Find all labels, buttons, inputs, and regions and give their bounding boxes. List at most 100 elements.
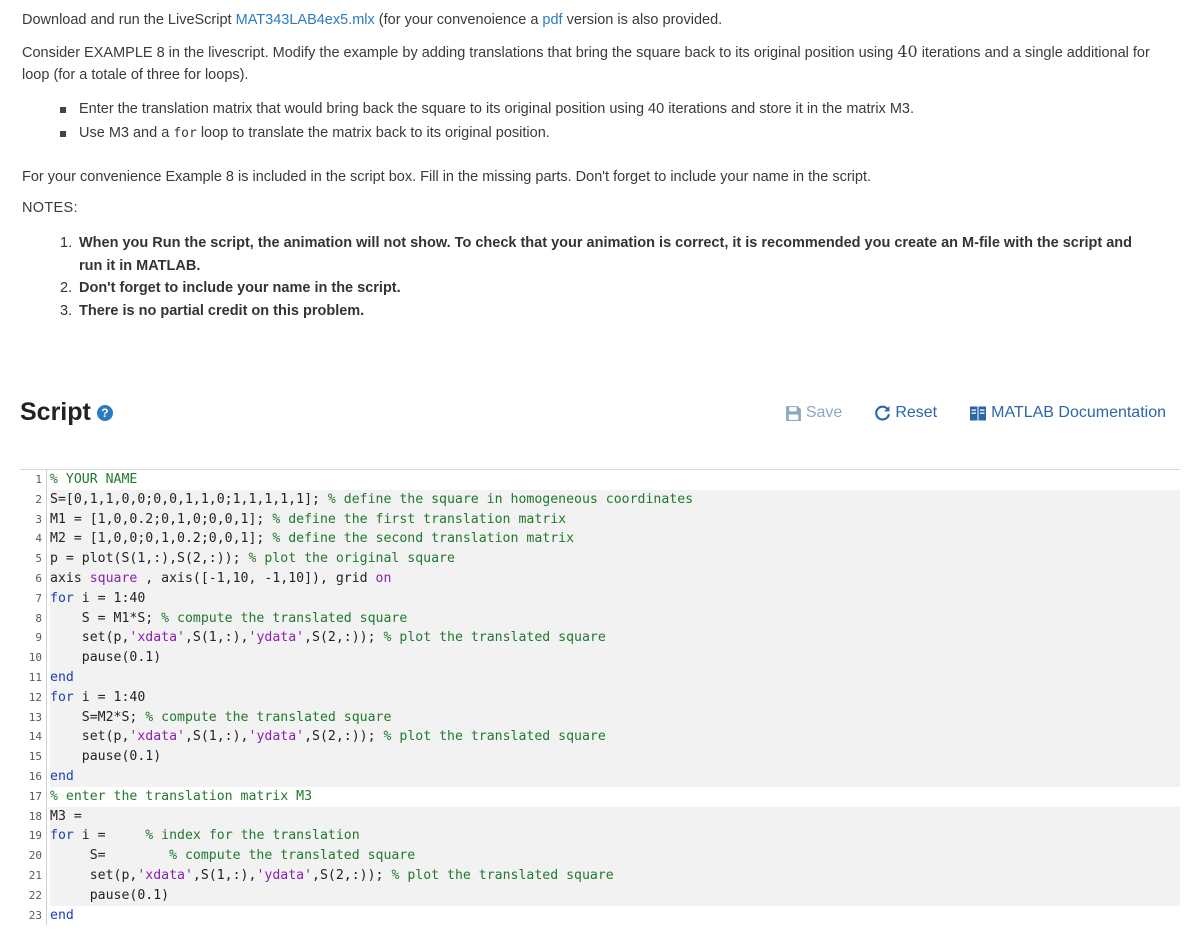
code-token: i = 1:40 — [73, 689, 146, 705]
code-line[interactable]: 2 S=[0,1,1,0,0;0,0,1,1,0;1,1,1,1,1]; % de… — [20, 489, 1180, 510]
code-token: S=[0,1,1,0,0;0,0,1,1,0;1,1,1,1,1]; — [50, 491, 328, 507]
code-text[interactable]: axis square , axis([-1,10, -1,10]), grid… — [50, 568, 1180, 589]
code-token: % index for the translation — [145, 828, 360, 844]
script-header: Script? Save Reset MATLAB Documentation — [20, 396, 1170, 436]
code-token: % YOUR NAME — [50, 472, 138, 487]
line-number: 1 — [20, 470, 47, 490]
code-line[interactable]: 15 pause(0.1) — [20, 747, 1180, 767]
code-text[interactable]: set(p,'xdata',S(1,:),'ydata',S(2,:)); % … — [50, 727, 1180, 748]
line-number: 3 — [20, 509, 47, 530]
code-line[interactable]: 17% enter the translation matrix M3 — [20, 786, 1180, 807]
code-text[interactable]: end — [50, 667, 1180, 688]
note-item: 2. Don't forget to include your name in t… — [60, 280, 401, 296]
code-text[interactable]: set(p,'xdata',S(1,:),'ydata',S(2,:)); % … — [50, 628, 1180, 649]
intro-paragraph-1: Download and run the LiveScript MAT343LA… — [22, 12, 723, 28]
code-text[interactable]: pause(0.1) — [50, 648, 1180, 668]
code-text[interactable]: set(p,'xdata',S(1,:),'ydata',S(2,:)); % … — [50, 865, 1180, 886]
note-item: 1. When you Run the script, the animation… — [60, 235, 1133, 274]
code-line[interactable]: 4 M2 = [1,0,0;0,1,0.2;0,0,1]; % define th… — [20, 529, 1180, 550]
code-line[interactable]: 8 S = M1*S; % compute the translated squ… — [20, 608, 1180, 629]
code-text[interactable]: M2 = [1,0,0;0,1,0.2;0,0,1]; % define the… — [50, 529, 1180, 550]
code-line[interactable]: 6 axis square , axis([-1,10, -1,10]), gri… — [20, 568, 1180, 589]
code-line[interactable]: 22 pause(0.1) — [20, 885, 1180, 906]
line-number: 19 — [20, 826, 47, 847]
code-line[interactable]: 19 for i = % index for the translation — [20, 826, 1180, 847]
line-number: 5 — [20, 549, 47, 569]
code-token: square — [89, 570, 138, 586]
code-token: % plot the translated square — [391, 867, 614, 883]
code-text[interactable]: S = M1*S; % compute the translated squar… — [50, 608, 1180, 629]
code-line[interactable]: 3 M1 = [1,0,0.2;0,1,0;0,0,1]; % define th… — [20, 509, 1180, 530]
line-number: 14 — [20, 727, 47, 748]
line-number: 2 — [20, 489, 47, 510]
save-button[interactable]: Save — [785, 404, 842, 422]
code-line[interactable]: 16 end — [20, 766, 1180, 787]
code-text[interactable]: for i = 1:40 — [50, 687, 1180, 708]
code-text[interactable]: for i = 1:40 — [50, 588, 1180, 609]
code-line[interactable]: 18 M3 = — [20, 806, 1180, 827]
code-line[interactable]: 10 pause(0.1) — [20, 648, 1180, 668]
pdf-link[interactable]: pdf — [542, 12, 562, 28]
code-token: 'ydata' — [256, 867, 313, 883]
code-line[interactable]: 5p = plot(S(1,:),S(2,:)); % plot the ori… — [20, 549, 1180, 569]
mlx-file-link[interactable]: MAT343LAB4ex5.mlx — [236, 12, 375, 28]
code-editor[interactable]: 1% YOUR NAME 2 S=[0,1,1,0,0;0,0,1,1,0;1,1,… — [20, 469, 1180, 940]
line-number: 8 — [20, 608, 47, 629]
code-token: S=M2*S; — [50, 709, 146, 725]
code-line[interactable]: 11 end — [20, 667, 1180, 688]
line-number: 13 — [20, 707, 47, 728]
code-line[interactable]: 1% YOUR NAME — [20, 470, 1180, 490]
code-token: set(p, — [50, 729, 130, 745]
code-line[interactable]: 23 end — [20, 905, 1180, 926]
code-text[interactable]: end — [50, 906, 1180, 926]
code-token: set(p, — [50, 630, 130, 646]
code-text[interactable]: pause(0.1) — [50, 885, 1180, 906]
code-text[interactable]: S=M2*S; % compute the translated square — [50, 707, 1180, 728]
code-text[interactable]: p = plot(S(1,:),S(2,:)); % plot the orig… — [50, 549, 1180, 569]
code-line[interactable]: 20 S= % compute the translated square — [20, 846, 1180, 866]
code-text[interactable]: S=[0,1,1,0,0;0,0,1,1,0;1,1,1,1,1]; % def… — [50, 489, 1180, 510]
help-icon[interactable]: ? — [96, 405, 113, 421]
code-token: S= — [50, 848, 170, 864]
code-line[interactable]: 12 for i = 1:40 — [20, 687, 1180, 708]
line-number: 6 — [20, 568, 47, 589]
code-token: end — [50, 669, 74, 685]
code-text[interactable]: end — [50, 766, 1180, 787]
code-line[interactable]: 13 S=M2*S; % compute the translated squa… — [20, 707, 1180, 728]
task-item: Use M3 and a for loop to translate the m… — [60, 121, 914, 146]
code-token: 'xdata' — [129, 729, 185, 745]
matlab-documentation-link[interactable]: MATLAB Documentation — [969, 404, 1166, 422]
code-text[interactable]: M3 = — [50, 806, 1180, 827]
code-text[interactable]: % YOUR NAME — [50, 470, 1180, 490]
floppy-disk-icon — [785, 405, 801, 421]
code-line[interactable]: 21 set(p,'xdata',S(1,:),'ydata',S(2,:));… — [20, 865, 1180, 886]
note-item: 3. There is no partial credit on this pro… — [60, 302, 365, 319]
reset-button[interactable]: Reset — [874, 404, 937, 422]
code-line[interactable]: 7 for i = 1:40 — [20, 588, 1180, 609]
code-token: pause(0.1) — [50, 650, 162, 666]
code-token: 'xdata' — [137, 867, 193, 883]
code-token: ,S(2,:)); — [312, 867, 392, 883]
code-text[interactable]: S= % compute the translated square — [50, 846, 1180, 866]
code-token: i = — [73, 828, 146, 844]
notes-list: 1. When you Run the script, the animation… — [60, 232, 1140, 322]
code-token: for — [50, 590, 74, 606]
code-line[interactable]: 14 set(p,'xdata',S(1,:),'ydata',S(2,:));… — [20, 727, 1180, 748]
code-token: M1 = [1,0,0.2;0,1,0;0,0,1]; — [50, 511, 273, 527]
line-number: 17 — [20, 786, 47, 807]
notes-heading: NOTES: — [22, 200, 78, 216]
code-token: axis — [50, 570, 90, 586]
line-number: 21 — [20, 865, 47, 886]
intro-paragraph-3: For your convenience Example 8 is includ… — [22, 169, 872, 185]
code-line[interactable]: 9 set(p,'xdata',S(1,:),'ydata',S(2,:)); … — [20, 628, 1180, 649]
code-text[interactable]: for i = % index for the translation — [50, 826, 1180, 847]
code-token: % enter the translation matrix M3 — [50, 788, 313, 804]
code-token: p = plot(S(1,:),S(2,:)); — [50, 551, 249, 567]
script-title: Script? — [20, 398, 113, 427]
code-text[interactable]: M1 = [1,0,0.2;0,1,0;0,0,1]; % define the… — [50, 509, 1180, 530]
code-text[interactable]: pause(0.1) — [50, 747, 1180, 767]
code-token: S = M1*S; — [50, 610, 162, 626]
code-token: pause(0.1) — [50, 749, 162, 765]
task-item: Enter the translation matrix that would … — [60, 97, 914, 121]
code-text[interactable]: % enter the translation matrix M3 — [50, 787, 1180, 807]
